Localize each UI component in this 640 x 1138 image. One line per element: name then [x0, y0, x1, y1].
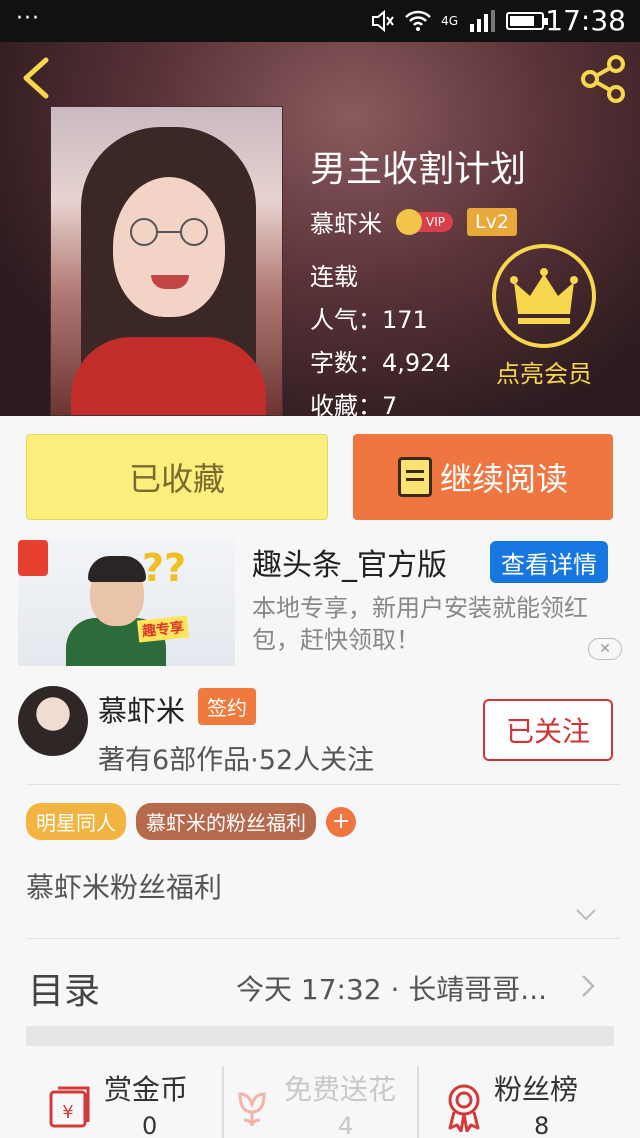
divider: [222, 1066, 224, 1138]
ad-description[interactable]: 本地专享，新用户安装就能领红包，赶快领取！: [252, 592, 622, 656]
wifi-icon: [405, 10, 431, 31]
book-header: 男主收割计划 慕虾米 VIP Lv2 连载 人气：171 字数：4,924 收藏…: [0, 42, 640, 416]
tag-item[interactable]: 明星同人: [26, 803, 126, 840]
clock: 17:38: [545, 4, 626, 37]
action-count: 4: [338, 1112, 354, 1138]
continue-reading-button[interactable]: 继续阅读: [353, 434, 613, 520]
ad-figure-hair: [88, 556, 146, 582]
level-badge: Lv2: [466, 207, 517, 236]
cover-figure-face: [113, 177, 225, 317]
author-name[interactable]: 慕虾米: [310, 204, 382, 239]
red-envelope-icon: ¥: [49, 1086, 90, 1128]
vip-badge: VIP: [396, 208, 453, 235]
status-bar: ··· 4G 17:38: [0, 0, 640, 42]
divider: [26, 938, 620, 939]
ad-banner-text: 趣专享: [136, 615, 190, 643]
cover-figure-shirt: [71, 337, 266, 415]
battery-icon: [506, 12, 548, 30]
author-block-name[interactable]: 慕虾米: [98, 688, 185, 730]
crown-icon: [510, 268, 578, 324]
collected-button[interactable]: 已收藏: [26, 434, 328, 520]
share-icon[interactable]: [578, 54, 628, 104]
chevron-down-icon[interactable]: [575, 908, 597, 922]
action-label: 免费送花: [284, 1073, 397, 1106]
flower-icon: [238, 1092, 266, 1127]
tip-coins-action[interactable]: ¥ 赏金币 0: [40, 1064, 210, 1138]
action-label: 赏金币: [104, 1073, 189, 1106]
network-type: 4G: [441, 14, 458, 28]
author-meta: 著有6部作品·52人关注: [98, 745, 375, 776]
ad-close-icon[interactable]: ✕: [588, 638, 622, 660]
popularity-stat: 人气：171: [310, 306, 428, 334]
ad-app-logo: [18, 540, 48, 576]
book-title: 男主收割计划: [310, 149, 527, 190]
follow-button[interactable]: 已关注: [483, 699, 613, 761]
avatar[interactable]: [18, 686, 88, 756]
more-dots-icon: ···: [16, 6, 40, 31]
signal-icon: [470, 10, 495, 32]
favorites-stat: 收藏：7: [310, 392, 398, 416]
medal-icon: [448, 1084, 480, 1132]
svg-text:¥: ¥: [62, 1102, 73, 1123]
fan-ranking-action[interactable]: 粉丝榜 8: [440, 1064, 610, 1138]
member-label[interactable]: 点亮会员: [488, 354, 600, 389]
ad-image[interactable]: ?? 趣专享: [18, 538, 235, 666]
action-count: 8: [534, 1112, 550, 1138]
book-icon: [397, 457, 432, 497]
chevron-right-icon[interactable]: [580, 974, 596, 998]
word-count-stat: 字数：4,924: [310, 349, 451, 377]
ad-question-marks: ??: [142, 546, 187, 590]
divider: [26, 784, 620, 785]
tag-list: 明星同人 慕虾米的粉丝福利 +: [26, 803, 356, 840]
send-flower-action[interactable]: 免费送花 4: [226, 1064, 416, 1138]
divider: [417, 1066, 419, 1138]
serial-status: 连载: [310, 263, 358, 291]
action-label: 粉丝榜: [494, 1073, 579, 1106]
author-row: 慕虾米 VIP Lv2: [310, 204, 517, 239]
tag-item[interactable]: 慕虾米的粉丝福利: [136, 803, 316, 840]
vip-crown-icon: [396, 208, 422, 235]
signed-badge: 签约: [198, 688, 256, 725]
action-count: 0: [142, 1112, 158, 1138]
back-icon[interactable]: [18, 56, 54, 100]
mute-icon: [372, 10, 394, 32]
continue-reading-label: 继续阅读: [439, 460, 568, 498]
ad-details-button[interactable]: 查看详情: [490, 541, 608, 583]
add-tag-button[interactable]: +: [326, 806, 356, 837]
status-icons: 4G: [371, 10, 548, 32]
book-description: 慕虾米粉丝福利: [26, 871, 223, 904]
latest-chapter[interactable]: 今天 17:32 · 长靖哥哥...: [236, 968, 566, 1008]
ad-title[interactable]: 趣头条_官方版: [252, 540, 447, 584]
book-stats: 连载 人气：171 字数：4,924 收藏：7: [310, 256, 451, 416]
member-button[interactable]: [492, 244, 596, 348]
book-cover[interactable]: [50, 106, 283, 416]
cover-glasses: [130, 218, 208, 246]
catalog-label[interactable]: 目录: [28, 962, 100, 1014]
section-separator: [26, 1026, 614, 1046]
